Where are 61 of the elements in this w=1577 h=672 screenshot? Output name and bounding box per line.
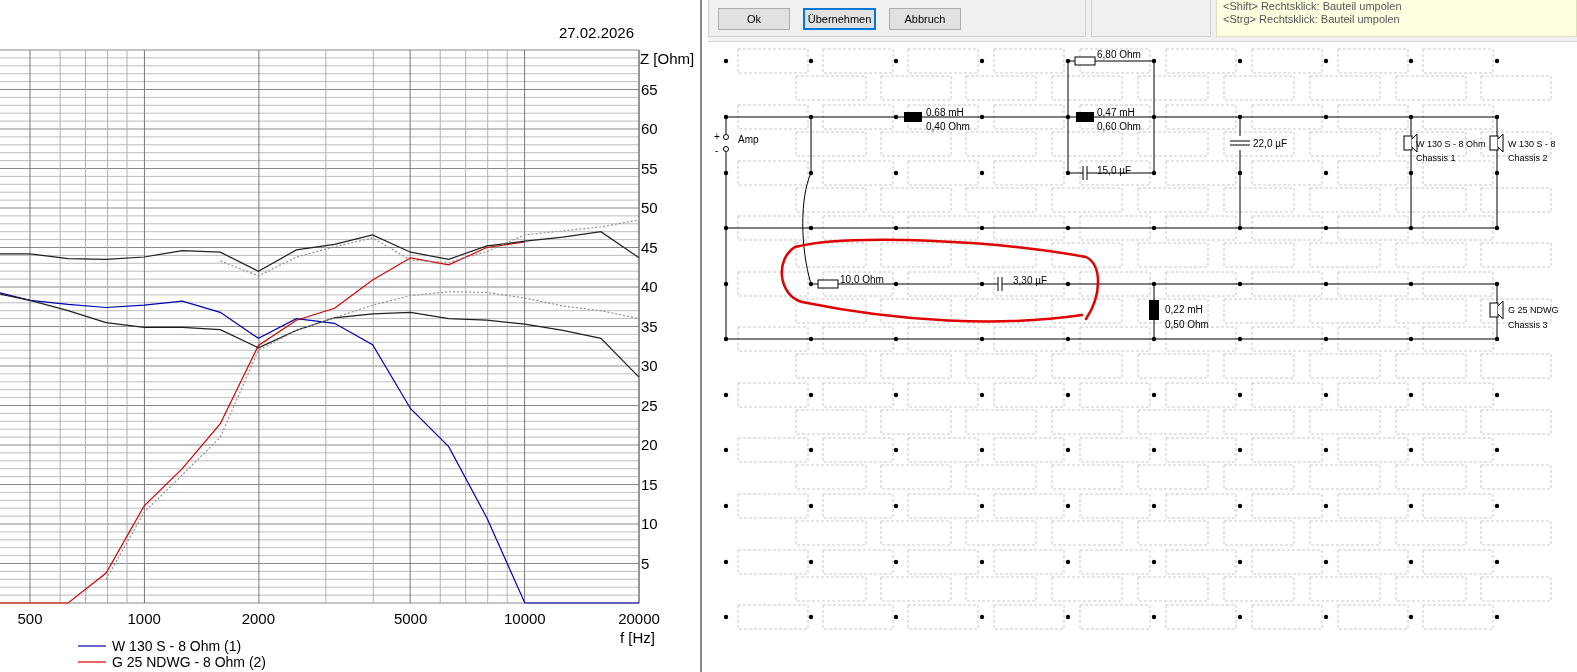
y-tick-label: 50 — [641, 199, 658, 216]
y-tick-label: 45 — [641, 238, 658, 256]
hint-text: <Strg> Rechtsklick: Bauteil umpolen — [1223, 13, 1400, 25]
resistor-symbol — [817, 279, 839, 289]
y-tick-label: 60 — [641, 120, 658, 137]
chart-date: 27.02.2026 — [558, 24, 634, 41]
x-tick-label: 2000 — [241, 610, 276, 627]
legend-label: W 130 S - 8 Ohm (1) — [112, 638, 242, 654]
component-label: Chassis 2 — [1508, 153, 1548, 163]
y-axis-title: Z [Ohm] — [640, 50, 695, 67]
component-label: W 130 S - 8 — [1508, 139, 1556, 149]
amp-label: Amp — [738, 134, 759, 145]
y-tick-label: 55 — [641, 159, 658, 177]
x-tick-label: 5000 — [393, 610, 428, 627]
y-tick-label: 25 — [641, 396, 658, 414]
component-label: 0,40 Ohm — [926, 121, 970, 132]
component-label: 0,50 Ohm — [1165, 319, 1209, 330]
component-label: 0,22 mH — [1165, 304, 1203, 315]
y-tick-label: 35 — [641, 317, 658, 335]
dialog-button[interactable]: Abbruch — [889, 8, 961, 30]
component-label: G 25 NDWG — [1508, 305, 1559, 315]
y-tick-label: 10 — [641, 515, 658, 532]
legend-line — [77, 661, 107, 663]
minus-sign: - — [715, 145, 719, 156]
dialog-button[interactable]: Ok — [718, 8, 790, 30]
component-label: 3,30 µF — [1013, 275, 1048, 286]
y-tick-label: 40 — [641, 278, 658, 295]
legend-line — [77, 645, 107, 647]
plus-sign: + — [714, 131, 720, 142]
component-label: 0,47 mH — [1097, 107, 1135, 118]
inductor-symbol — [904, 112, 922, 122]
x-tick-label: 20000 — [618, 610, 660, 627]
x-tick-label: 10000 — [503, 610, 546, 627]
component-label: 10,0 Ohm — [840, 274, 884, 285]
speaker-symbol — [1489, 300, 1504, 320]
speaker-symbol — [1403, 133, 1418, 153]
x-tick-label: 1000 — [127, 610, 161, 627]
y-tick-label: 30 — [641, 357, 658, 374]
component-label: 6,80 Ohm — [1097, 49, 1141, 60]
y-tick-label: 15 — [641, 475, 658, 493]
hint-text: <Shift> Rechtsklick: Bauteil umpolen — [1223, 0, 1402, 12]
component-label: 15,0 µF — [1097, 165, 1132, 176]
capacitor-symbol — [997, 276, 1003, 292]
capacitor-symbol — [1082, 165, 1088, 181]
legend-label: G 25 NDWG - 8 Ohm (2) — [112, 654, 267, 670]
x-axis-title: f [Hz] — [620, 629, 655, 646]
component-label: 0,60 Ohm — [1097, 121, 1141, 132]
dialog-button[interactable]: Übernehmen — [803, 8, 876, 30]
component-label: Chassis 1 — [1416, 153, 1456, 163]
x-tick-label: 500 — [17, 610, 43, 627]
y-tick-label: 5 — [641, 554, 650, 572]
component-label: 22,0 µF — [1253, 138, 1288, 149]
y-tick-label: 20 — [641, 436, 658, 453]
component-label: Chassis 3 — [1508, 320, 1548, 330]
component-label: 0,68 mH — [926, 107, 964, 118]
y-tick-label: 65 — [641, 80, 658, 98]
speaker-symbol — [1489, 133, 1504, 153]
component-label: W 130 S - 8 Ohm — [1416, 139, 1486, 149]
resistor-symbol — [1074, 56, 1096, 66]
inductor-symbol — [1076, 112, 1094, 122]
inductor-symbol — [1149, 300, 1159, 320]
